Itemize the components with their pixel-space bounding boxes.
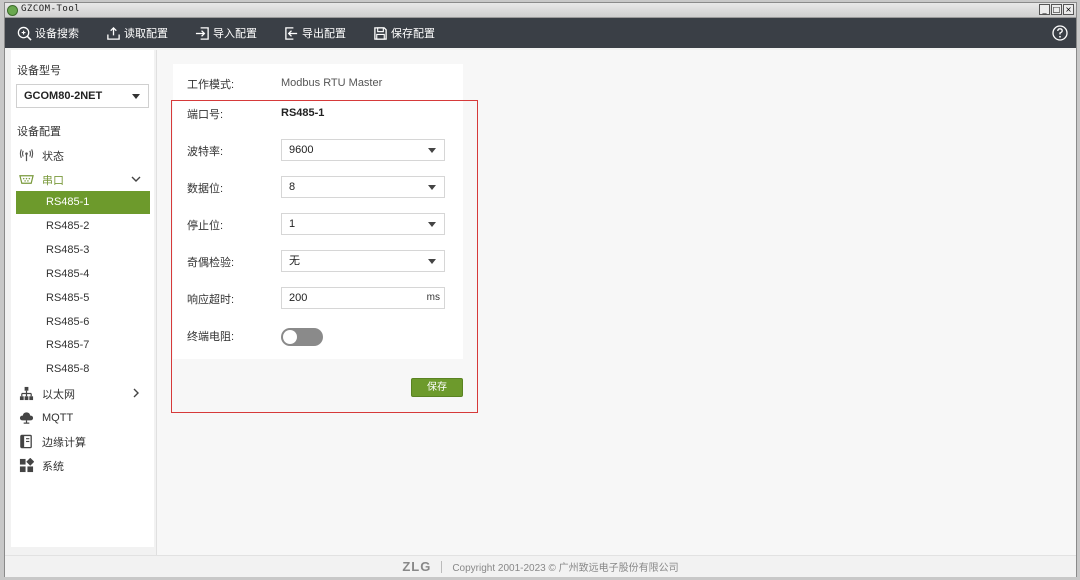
network-icon bbox=[19, 386, 34, 401]
sidebar-item-rs485-1[interactable]: RS485-1 bbox=[16, 191, 150, 214]
chevron-down-icon bbox=[131, 176, 141, 182]
zlg-logo: ZLG bbox=[402, 559, 432, 574]
sidebar-item-label: MQTT bbox=[42, 411, 74, 424]
export-config-label: 导出配置 bbox=[302, 28, 346, 40]
sidebar-item-mqtt[interactable]: MQTT bbox=[16, 406, 150, 429]
sidebar-item-rs485-8[interactable]: RS485-8 bbox=[16, 358, 150, 381]
sidebar-item-edge-computing[interactable]: 边缘计算 bbox=[16, 430, 150, 453]
import-config-label: 导入配置 bbox=[213, 28, 257, 40]
sidebar-item-label: 以太网 bbox=[42, 388, 75, 401]
device-search-label: 设备搜索 bbox=[35, 28, 79, 40]
title-bar: GZCOM-Tool _ □ × bbox=[5, 3, 1076, 18]
copyright-text: Copyright 2001-2023 © 广州致远电子股份有限公司 bbox=[452, 563, 679, 574]
upload-icon bbox=[107, 26, 120, 40]
device-model-value: GCOM80-2NET bbox=[24, 90, 103, 102]
sidebar-item-rs485-2[interactable]: RS485-2 bbox=[16, 215, 150, 238]
app-window: GZCOM-Tool _ □ × 设备搜索 读取配置 导入配置 导出配置 保存配… bbox=[4, 2, 1077, 577]
sidebar-item-rs485-4[interactable]: RS485-4 bbox=[16, 263, 150, 286]
sidebar-item-rs485-5[interactable]: RS485-5 bbox=[16, 287, 150, 310]
maximize-button[interactable]: □ bbox=[1051, 4, 1062, 15]
sidebar-item-serial[interactable]: 串口 bbox=[16, 168, 150, 191]
sidebar-item-rs485-6[interactable]: RS485-6 bbox=[16, 311, 150, 334]
read-config-button[interactable]: 读取配置 bbox=[106, 25, 168, 41]
minimize-button[interactable]: _ bbox=[1039, 4, 1050, 15]
work-mode-value: Modbus RTU Master bbox=[281, 77, 383, 89]
sidebar-item-rs485-3[interactable]: RS485-3 bbox=[16, 239, 150, 262]
sidebar-item-ethernet[interactable]: 以太网 bbox=[16, 382, 150, 405]
help-icon[interactable] bbox=[1052, 25, 1068, 41]
sidebar-item-label: 串口 bbox=[42, 174, 64, 187]
caret-down-icon bbox=[132, 94, 140, 99]
footer: ZLG Copyright 2001-2023 © 广州致远电子股份有限公司 bbox=[5, 555, 1076, 577]
save-config-button[interactable]: 保存配置 bbox=[373, 25, 435, 41]
save-icon bbox=[374, 26, 387, 40]
save-config-label: 保存配置 bbox=[391, 28, 435, 40]
sidebar-item-status[interactable]: 状态 bbox=[16, 144, 150, 167]
device-model-select[interactable]: GCOM80-2NET bbox=[16, 84, 149, 108]
window-title: GZCOM-Tool bbox=[21, 4, 81, 14]
close-button[interactable]: × bbox=[1063, 4, 1074, 15]
sidebar-item-label: 系统 bbox=[42, 460, 64, 473]
window-controls: _ □ × bbox=[1039, 4, 1074, 15]
cloud-icon bbox=[19, 410, 34, 425]
sidebar: 设备型号 GCOM80-2NET 设备配置 状态 串口 RS485-1 RS48… bbox=[11, 50, 154, 547]
grid-icon bbox=[19, 458, 34, 473]
work-mode-label: 工作模式: bbox=[187, 79, 235, 91]
sidebar-item-rs485-7[interactable]: RS485-7 bbox=[16, 334, 150, 357]
sidebar-item-label: 边缘计算 bbox=[42, 436, 86, 449]
search-icon bbox=[17, 26, 32, 41]
highlight-box bbox=[171, 100, 478, 413]
import-config-button[interactable]: 导入配置 bbox=[195, 25, 257, 41]
chevron-right-icon bbox=[133, 388, 139, 398]
export-icon bbox=[285, 26, 298, 40]
import-icon bbox=[195, 26, 209, 40]
device-config-label: 设备配置 bbox=[17, 126, 61, 138]
sidebar-item-system[interactable]: 系统 bbox=[16, 454, 150, 477]
book-icon bbox=[19, 434, 34, 449]
footer-divider bbox=[441, 560, 443, 573]
read-config-label: 读取配置 bbox=[124, 28, 168, 40]
serial-port-icon bbox=[19, 172, 34, 187]
antenna-icon bbox=[19, 148, 34, 163]
device-search-button[interactable]: 设备搜索 bbox=[17, 25, 79, 41]
app-logo-icon bbox=[7, 5, 18, 16]
device-model-label: 设备型号 bbox=[17, 65, 61, 77]
export-config-button[interactable]: 导出配置 bbox=[284, 25, 346, 41]
toolbar: 设备搜索 读取配置 导入配置 导出配置 保存配置 bbox=[5, 18, 1076, 48]
sidebar-item-label: 状态 bbox=[42, 150, 64, 163]
